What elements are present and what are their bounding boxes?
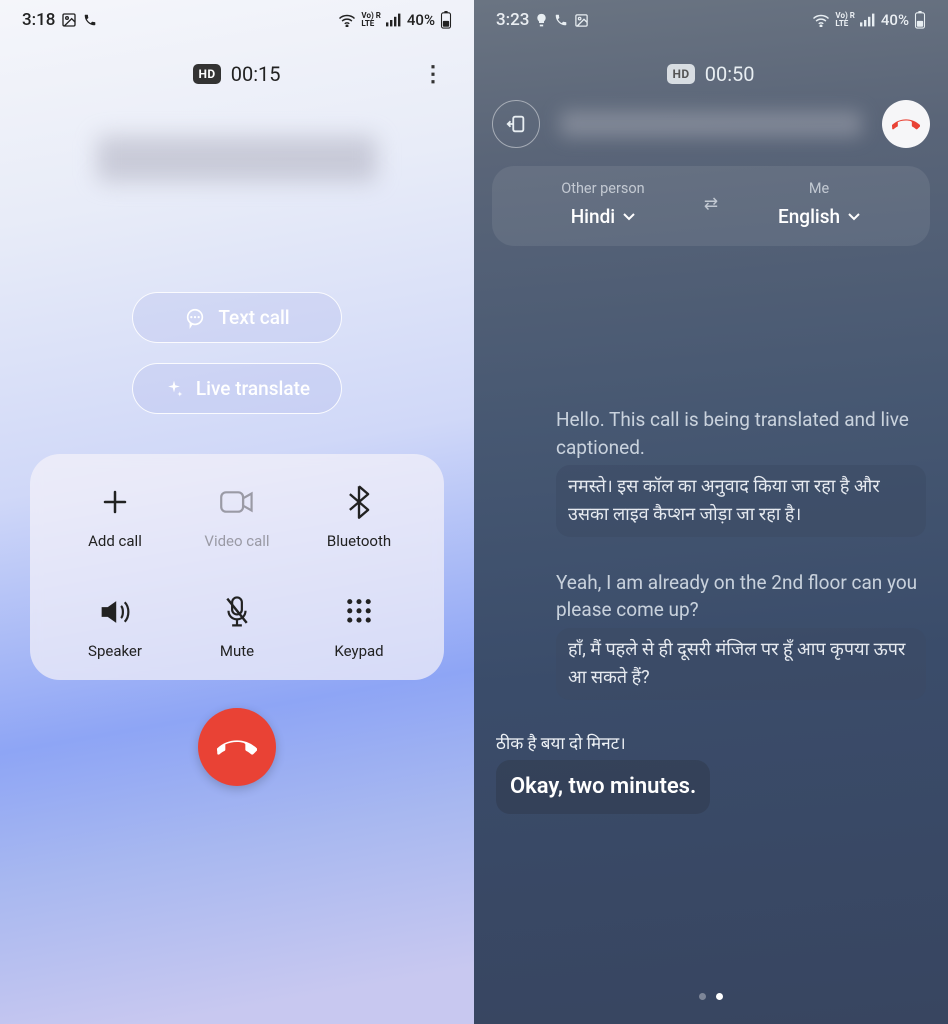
chat-bubble-icon	[184, 307, 206, 329]
lte-indicator: Vo) RLTE	[361, 12, 380, 28]
live-translate-button[interactable]: Live translate	[132, 363, 342, 414]
sparkle-icon	[164, 379, 184, 399]
battery-icon	[440, 11, 452, 29]
bluetooth-icon	[348, 484, 370, 520]
plus-icon	[100, 484, 130, 520]
mute-icon	[223, 594, 251, 630]
status-time: 3:18	[22, 10, 55, 30]
caller-name-redacted	[97, 136, 377, 182]
video-call-button[interactable]: Video call	[176, 484, 298, 550]
end-call-button[interactable]	[882, 100, 930, 148]
status-bar: 3:18 Vo) RLTE 40%	[0, 0, 474, 34]
video-icon	[220, 484, 254, 520]
page-indicator	[474, 993, 948, 1000]
bulb-icon	[535, 13, 548, 28]
hangup-icon	[217, 727, 257, 767]
wifi-icon	[338, 13, 356, 27]
original-text: ठीक है बया दो मिनट।	[496, 732, 710, 757]
phone-icon	[554, 13, 568, 27]
hd-badge: HD	[193, 64, 220, 84]
original-text: Yeah, I am already on the 2nd floor can …	[556, 569, 926, 624]
chevron-down-icon	[623, 213, 635, 221]
gallery-icon	[61, 12, 77, 28]
translated-text: नमस्ते। इस कॉल का अनुवाद किया जा रहा है …	[556, 465, 926, 537]
signal-icon	[386, 13, 402, 27]
signal-icon	[860, 13, 876, 27]
text-call-label: Text call	[218, 306, 289, 329]
wifi-icon	[812, 13, 830, 27]
speaker-button[interactable]: Speaker	[54, 594, 176, 660]
battery-text: 40%	[407, 11, 435, 29]
live-translate-label: Live translate	[196, 377, 310, 400]
call-header: HD 00:50	[474, 62, 948, 86]
other-language-selector[interactable]: Other person Hindi	[502, 180, 704, 228]
translated-text: हाँ, मैं पहले से ही दूसरी मंजिल पर हूँ आ…	[556, 628, 926, 700]
caller-name-redacted	[560, 111, 862, 137]
mute-button[interactable]: Mute	[176, 594, 298, 660]
more-icon[interactable]: ⋮	[422, 62, 444, 87]
phone-call-screen: 3:18 Vo) RLTE 40% HD 00:15 ⋮	[0, 0, 474, 1024]
battery-text: 40%	[881, 11, 909, 29]
add-call-button[interactable]: Add call	[54, 484, 176, 550]
keypad-button[interactable]: Keypad	[298, 594, 420, 660]
call-controls: Add call Video call Bluetooth Speaker Mu…	[30, 454, 444, 680]
language-panel: Other person Hindi ⇄ Me English	[492, 166, 930, 246]
battery-icon	[914, 11, 926, 29]
swap-languages-button[interactable]: ⇄	[704, 194, 718, 214]
keypad-icon	[345, 594, 373, 630]
translate-header	[492, 100, 930, 148]
gallery-icon	[574, 13, 589, 28]
call-duration: 00:50	[705, 62, 755, 86]
hangup-icon	[892, 110, 920, 138]
bluetooth-button[interactable]: Bluetooth	[298, 484, 420, 550]
chevron-down-icon	[848, 213, 860, 221]
translated-text: Okay, two minutes.	[496, 760, 710, 814]
collapse-icon	[505, 113, 527, 135]
page-dot-active[interactable]	[716, 993, 723, 1000]
lte-indicator: Vo) RLTE	[835, 12, 854, 28]
phone-translate-screen: 3:23 Vo) RLTE 40% HD	[474, 0, 948, 1024]
call-duration: 00:15	[231, 62, 281, 86]
text-call-button[interactable]: Text call	[132, 292, 342, 343]
transcript-message: Yeah, I am already on the 2nd floor can …	[556, 569, 926, 700]
transcript-message: ठीक है बया दो मिनट। Okay, two minutes.	[496, 732, 710, 815]
status-time: 3:23	[496, 10, 529, 30]
phone-icon	[83, 13, 97, 27]
collapse-button[interactable]	[492, 100, 540, 148]
transcript-message: Hello. This call is being translated and…	[556, 406, 926, 537]
speaker-icon	[98, 594, 132, 630]
transcript: Hello. This call is being translated and…	[496, 406, 926, 814]
original-text: Hello. This call is being translated and…	[556, 406, 926, 461]
call-header: HD 00:15 ⋮	[0, 62, 474, 86]
end-call-button[interactable]	[198, 708, 276, 786]
me-language-selector[interactable]: Me English	[718, 180, 920, 228]
status-bar: 3:23 Vo) RLTE 40%	[474, 0, 948, 34]
hd-badge: HD	[667, 64, 694, 84]
page-dot[interactable]	[699, 993, 706, 1000]
